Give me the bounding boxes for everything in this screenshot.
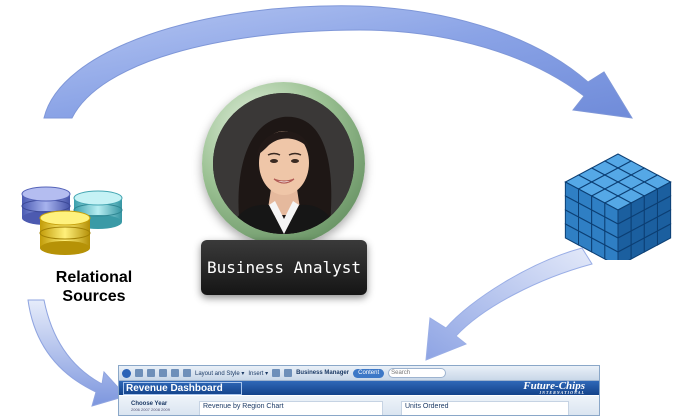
layout-style-menu[interactable]: Layout and Style ▾ [195, 370, 244, 377]
choose-year-panel: Choose Year 2006 2007 2008 2009 [131, 401, 170, 412]
relational-sources-line1: Relational [55, 269, 133, 286]
content-button[interactable]: Content [353, 368, 385, 378]
dashboard-header: Revenue Dashboard Future-Chips INTERNATI… [119, 381, 599, 395]
database-stack-icon [21, 186, 123, 255]
arrow-sources-to-dashboard [27, 299, 127, 407]
insert-menu[interactable]: Insert ▾ [248, 370, 268, 377]
dashboard-body: Choose Year 2006 2007 2008 2009 Revenue … [119, 396, 599, 415]
brand-logo: Future-Chips INTERNATIONAL [523, 381, 585, 395]
help-icon[interactable] [284, 369, 293, 377]
business-analyst-text: Business Analyst [206, 258, 362, 277]
refresh-icon[interactable] [183, 369, 191, 377]
print-icon[interactable] [171, 369, 179, 377]
business-manager-link[interactable]: Business Manager [296, 370, 349, 376]
dashboard-title: Revenue Dashboard [123, 382, 242, 395]
analyst-portrait-icon [213, 93, 354, 234]
relational-sources-label: Relational Sources [28, 268, 160, 306]
analyst-portrait-frame [202, 82, 365, 245]
search-input[interactable]: Search [388, 368, 447, 378]
arrow-cube-to-dashboard [425, 247, 593, 361]
revenue-region-chart-title: Revenue by Region Chart [203, 403, 284, 410]
new-icon[interactable] [135, 369, 143, 377]
open-icon[interactable] [147, 369, 155, 377]
business-analyst-label: Business Analyst [201, 240, 367, 295]
export-icon[interactable] [272, 369, 281, 377]
dashboard-screenshot: Layout and Style ▾ Insert ▾ Business Man… [118, 365, 600, 416]
olap-cube-icon [564, 153, 672, 260]
units-ordered-title: Units Ordered [405, 403, 449, 410]
year-options[interactable]: 2006 2007 2008 2009 [131, 407, 170, 412]
analyst-portrait [213, 93, 354, 234]
relational-sources-line2: Sources [62, 288, 126, 305]
home-icon[interactable] [122, 368, 131, 378]
dashboard-toolbar: Layout and Style ▾ Insert ▾ Business Man… [119, 366, 599, 381]
arrow-sources-to-cube [43, 5, 633, 119]
save-icon[interactable] [159, 369, 167, 377]
